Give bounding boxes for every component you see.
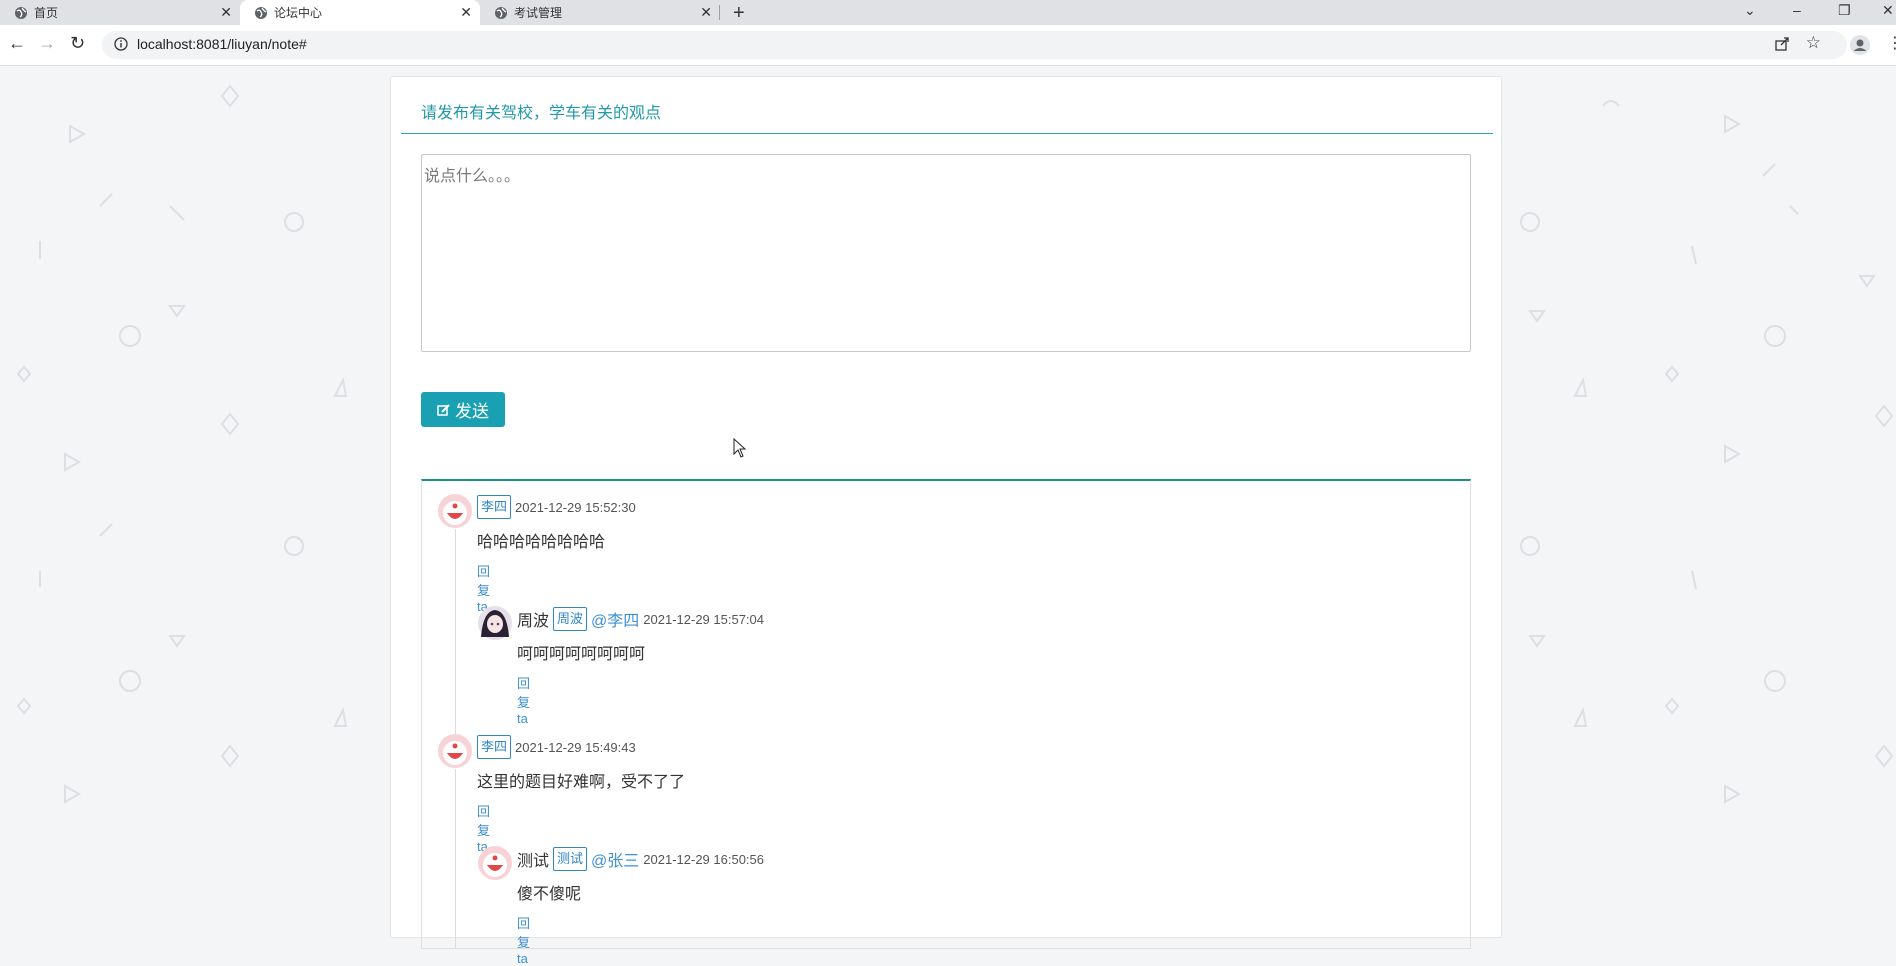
role-tag: 周波 (553, 607, 588, 631)
share-icon[interactable] (1774, 36, 1790, 52)
tab-label: 首页 (34, 6, 59, 20)
minimize-icon[interactable]: – (1793, 2, 1801, 18)
back-arrow-icon[interactable]: ← (8, 33, 26, 54)
comment-meta: 李四 2021-12-29 15:52:30 (477, 495, 636, 519)
role-tag: 李四 (477, 735, 512, 759)
role-tag: 李四 (477, 495, 512, 519)
send-label: 发送 (455, 402, 489, 421)
mouse-cursor-icon (733, 438, 747, 458)
edit-icon (437, 403, 450, 416)
comment-meta: 李四 2021-12-29 15:49:43 (477, 735, 636, 759)
browser-tab-strip: 首页 ✕ 论坛中心 ✕ 考试管理 ✕ + ⌄ – ❐ ✕ (0, 0, 1896, 25)
url-text[interactable]: localhost:8081/liuyan/note# (137, 36, 307, 52)
mention[interactable]: @李四 (591, 607, 639, 631)
comment-text: 呵呵呵呵呵呵呵呵 (517, 646, 646, 663)
doraemon-avatar-icon (438, 494, 472, 528)
browser-tab-exam[interactable]: 考试管理 ✕ (480, 0, 720, 25)
browser-toolbar: ← → ↻ localhost:8081/liuyan/note# ☆ ⋮ (0, 25, 1896, 66)
user-name: 测试 (517, 853, 550, 870)
tab-label: 论坛中心 (274, 6, 323, 20)
send-button[interactable]: 发送 (421, 392, 505, 427)
close-icon[interactable]: ✕ (220, 4, 232, 21)
browser-tab-home[interactable]: 首页 ✕ (0, 0, 240, 25)
globe-icon (495, 6, 507, 19)
window-close-icon[interactable]: ✕ (1882, 2, 1894, 19)
globe-icon (15, 6, 27, 19)
reply-link[interactable]: 回复ta (517, 913, 530, 966)
timestamp: 2021-12-29 15:57:04 (643, 611, 764, 627)
page-title: 请发布有关驾校，学车有关的观点 (421, 105, 662, 122)
tab-search-chevron-icon[interactable]: ⌄ (1744, 2, 1756, 19)
tab-divider (719, 5, 720, 20)
bookmark-star-icon[interactable]: ☆ (1806, 33, 1821, 53)
mention[interactable]: @张三 (591, 847, 639, 871)
timestamp: 2021-12-29 15:49:43 (515, 739, 636, 755)
menu-kebab-icon[interactable]: ⋮ (1887, 33, 1896, 53)
info-icon[interactable] (114, 37, 128, 51)
comment-text: 这里的题目好难啊，受不了了 (477, 774, 686, 791)
thread-line (455, 769, 456, 949)
profile-icon[interactable] (1850, 35, 1870, 55)
new-tab-plus-icon[interactable]: + (733, 2, 745, 25)
tab-label: 考试管理 (514, 6, 563, 20)
restore-icon[interactable]: ❐ (1838, 2, 1851, 19)
timestamp: 2021-12-29 16:50:56 (643, 851, 764, 867)
anime-avatar-icon (478, 606, 512, 640)
forum-card: 请发布有关驾校，学车有关的观点 发送 李四 2021-12-29 15:52:3… (390, 76, 1502, 966)
comment-meta: 测试 测试 @张三 2021-12-29 16:50:56 (517, 847, 764, 871)
role-tag: 测试 (553, 847, 588, 871)
close-icon[interactable]: ✕ (460, 4, 472, 21)
browser-tab-forum[interactable]: 论坛中心 ✕ (240, 0, 480, 25)
doraemon-avatar-icon (478, 846, 512, 880)
comment-text: 哈哈哈哈哈哈哈哈 (477, 534, 606, 551)
doraemon-avatar-icon (438, 734, 472, 768)
comment-list: 李四 2021-12-29 15:52:30 哈哈哈哈哈哈哈哈 回复ta 周波 … (421, 479, 1471, 966)
note-textarea[interactable] (421, 154, 1471, 352)
user-name: 周波 (517, 613, 550, 630)
comment-meta: 周波 周波 @李四 2021-12-29 15:57:04 (517, 607, 764, 631)
close-icon[interactable]: ✕ (700, 4, 712, 21)
address-bar[interactable]: localhost:8081/liuyan/note# ☆ (102, 31, 1847, 59)
reload-icon[interactable]: ↻ (70, 33, 85, 54)
forward-arrow-icon[interactable]: → (38, 33, 56, 54)
timestamp: 2021-12-29 15:52:30 (515, 499, 636, 515)
thread-line (455, 529, 456, 739)
globe-icon (255, 6, 267, 19)
divider (401, 133, 1493, 134)
comment-text: 傻不傻呢 (517, 886, 582, 903)
reply-link[interactable]: 回复ta (517, 673, 530, 726)
